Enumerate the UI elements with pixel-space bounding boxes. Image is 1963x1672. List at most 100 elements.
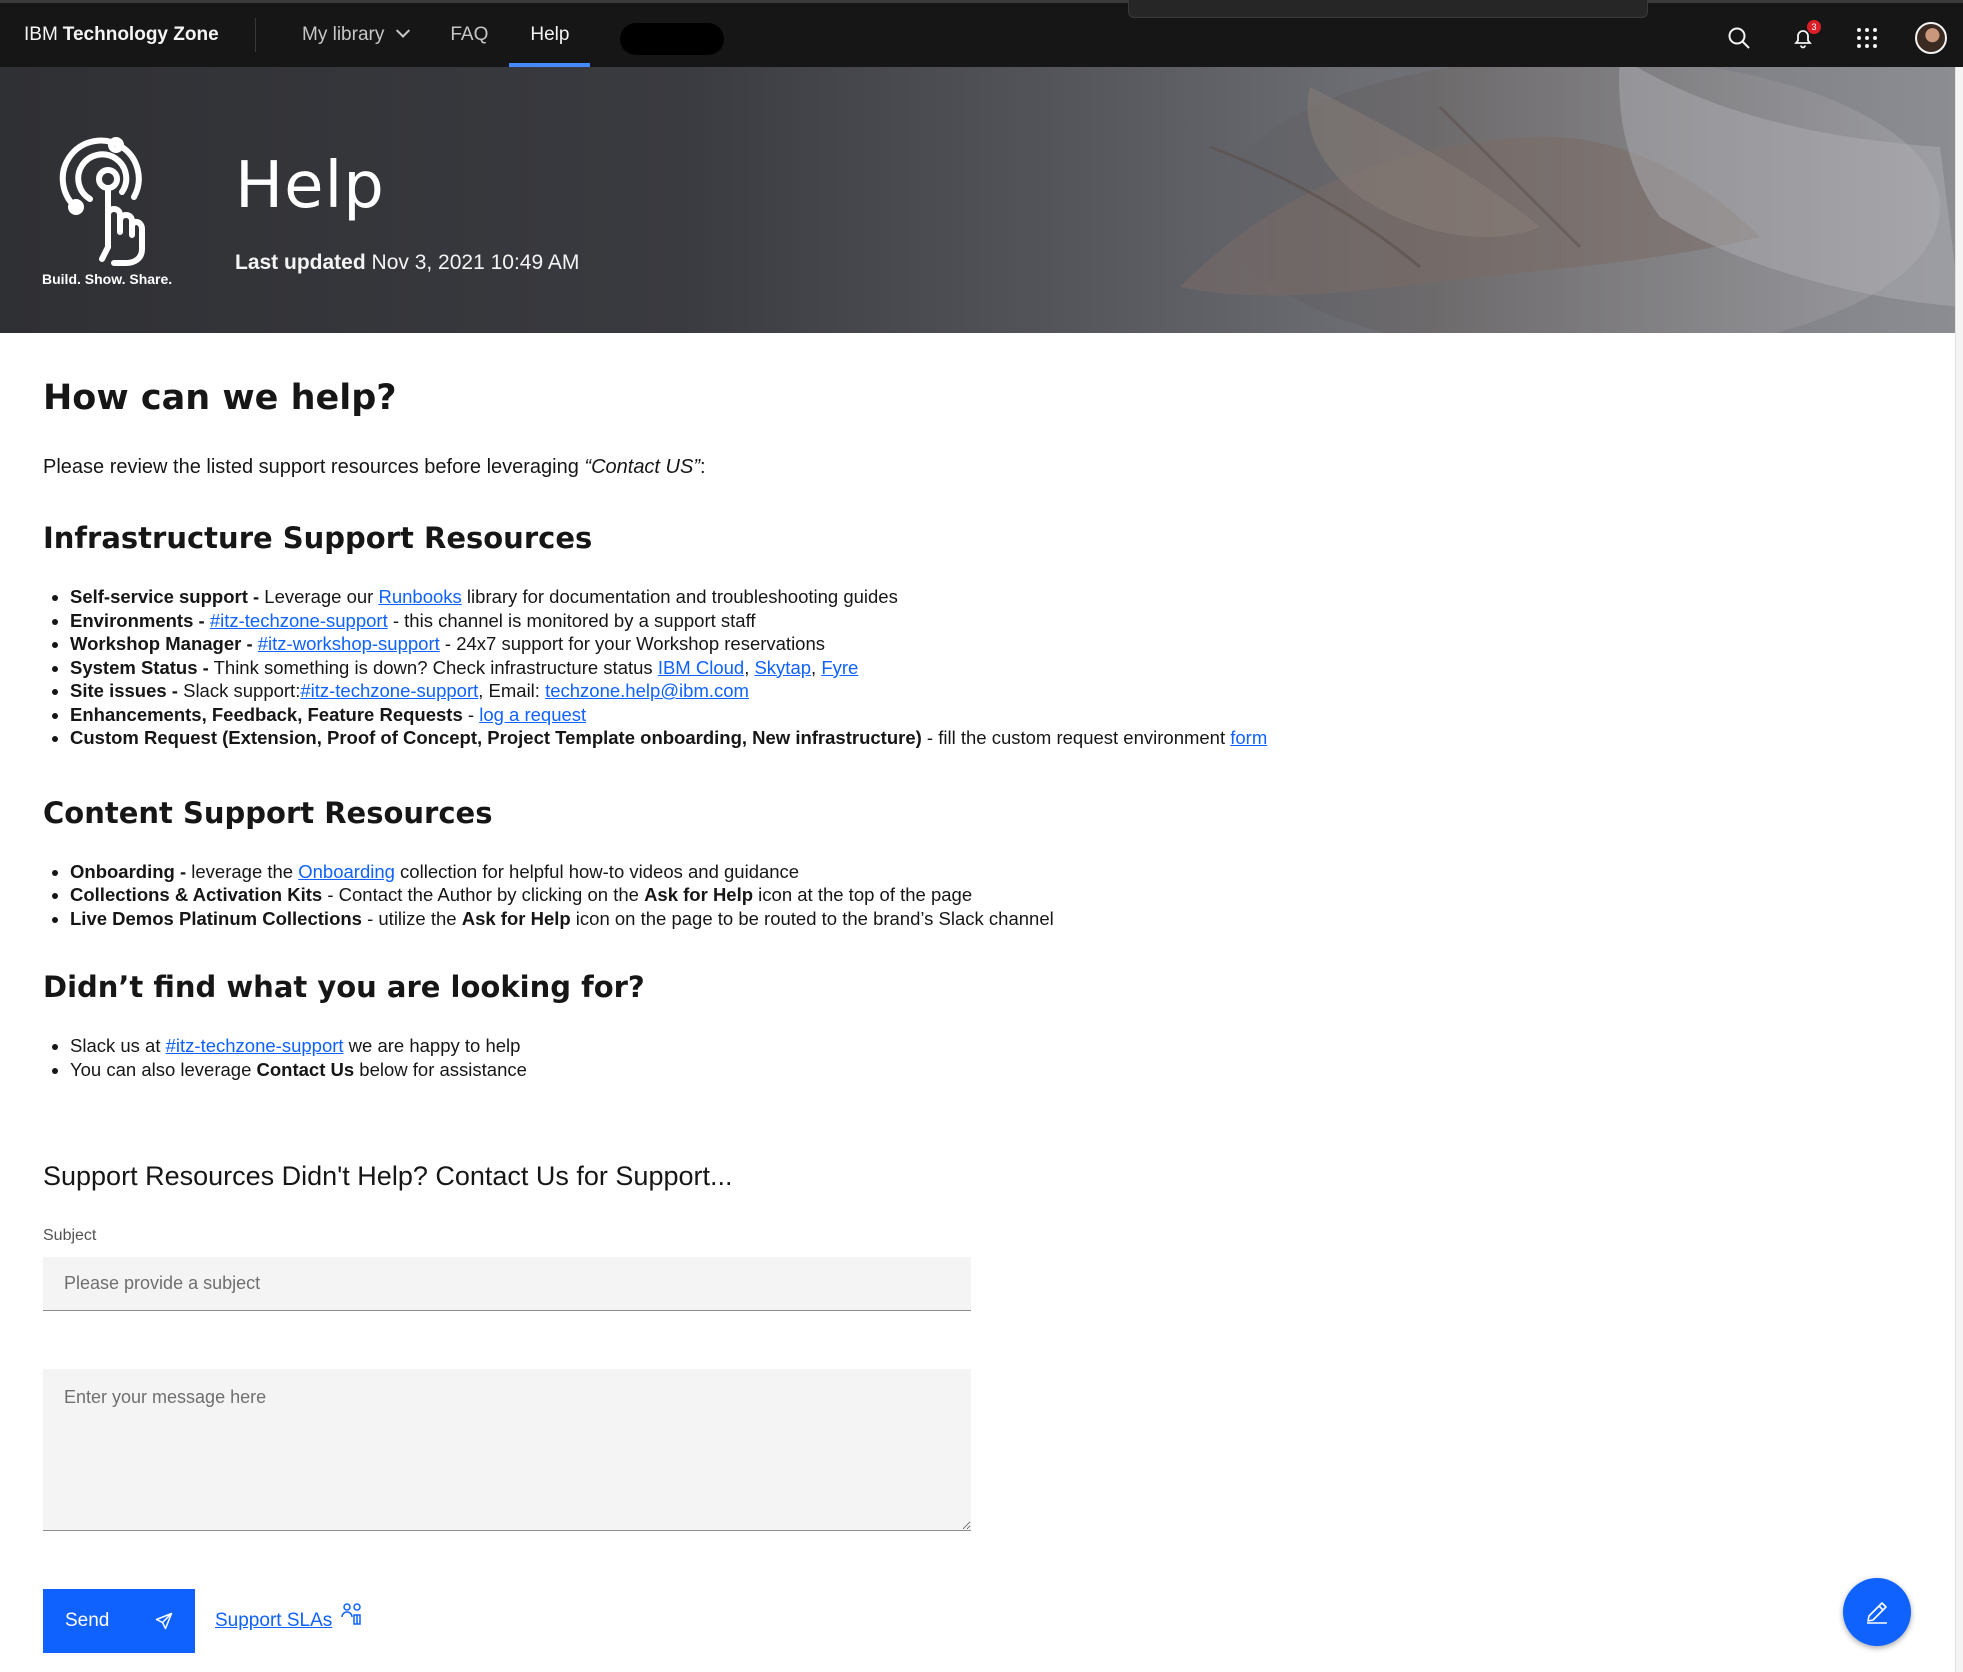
nav-help-label: Help (530, 24, 570, 45)
item-text: icon on the page to be routed to the bra… (570, 907, 1054, 929)
site-issues-slack-link[interactable]: #itz-techzone-support (300, 680, 478, 701)
intro-text-after: : (700, 456, 706, 478)
item-title: Onboarding - (70, 860, 187, 882)
item-title: Live Demos Platinum Collections (70, 907, 362, 929)
onboarding-link[interactable]: Onboarding (298, 861, 395, 882)
hero-banner: Build. Show. Share. Help Last updated No… (0, 67, 1955, 333)
page-scrollbar[interactable] (1955, 67, 1963, 1672)
item-title: Workshop Manager - (70, 633, 253, 654)
search-icon (1728, 27, 1750, 49)
list-item-system-status: System Status - Think something is down?… (70, 656, 1923, 680)
intro-text: Please review the listed support resourc… (43, 456, 1923, 479)
brand-logo-link[interactable]: IBM Technology Zone (0, 18, 256, 52)
item-text: we are happy to help (343, 1035, 521, 1056)
log-request-link[interactable]: log a request (479, 704, 586, 725)
item-text: , Email: (478, 680, 546, 701)
item-title: Environments - (70, 609, 205, 631)
app-switcher-button[interactable] (1835, 6, 1899, 70)
list-item-slack: Slack us at #itz-techzone-support we are… (70, 1034, 1923, 1058)
list-item-onboarding: Onboarding - leverage the Onboarding col… (70, 860, 1923, 884)
support-slas-label: Support SLAs (215, 1610, 333, 1631)
nav-faq-label: FAQ (450, 24, 489, 45)
item-title: Custom Request (Extension, Proof of Conc… (70, 727, 922, 748)
item-emphasis: Ask for Help (461, 907, 571, 929)
item-text: leverage the (186, 860, 299, 882)
brand-prefix: IBM (24, 24, 58, 45)
item-text: below for assistance (354, 1058, 527, 1080)
fyre-status-link[interactable]: Fyre (821, 657, 858, 678)
item-separator: , (744, 656, 755, 678)
touch-target-icon (59, 137, 145, 266)
intro-text-before: Please review the listed support resourc… (43, 456, 585, 478)
help-heading: How can we help? (43, 378, 397, 418)
infrastructure-list: Self-service support - Leverage our Runb… (43, 585, 1923, 750)
users-icon (341, 1603, 361, 1625)
subject-label: Subject (43, 1227, 97, 1244)
list-item-self-service: Self-service support - Leverage our Runb… (70, 585, 1923, 609)
item-title: Site issues - (70, 680, 178, 701)
item-title: System Status - (70, 656, 209, 678)
message-textarea[interactable] (43, 1369, 971, 1531)
list-item-enhancements: Enhancements, Feedback, Feature Requests… (70, 703, 1923, 727)
list-item-environments: Environments - #itz-techzone-support - t… (70, 609, 1923, 633)
search-button[interactable] (1707, 6, 1771, 70)
logo-tagline: Build. Show. Share. (42, 271, 173, 287)
item-title: Collections & Activation Kits (70, 884, 323, 905)
item-text: - 24x7 support for your Workshop reserva… (439, 633, 826, 654)
content-support-list: Onboarding - leverage the Onboarding col… (43, 860, 1923, 931)
edit-pencil-icon (1867, 1602, 1887, 1624)
runbooks-link[interactable]: Runbooks (378, 586, 461, 607)
skytap-status-link[interactable]: Skytap (754, 657, 811, 678)
user-profile-button[interactable] (1899, 6, 1963, 70)
list-item-custom-request: Custom Request (Extension, Proof of Conc… (70, 726, 1923, 750)
intro-text-quote: “Contact US” (584, 456, 700, 478)
chevron-down-icon (396, 23, 411, 38)
item-text: - (462, 703, 480, 725)
send-button[interactable]: Send (43, 1589, 195, 1653)
send-icon (155, 1612, 173, 1630)
list-item-site-issues: Site issues - Slack support:#itz-techzon… (70, 679, 1923, 703)
top-navigation: IBM Technology Zone My library FAQ Help … (0, 0, 1963, 67)
header-actions: 3 (1707, 6, 1963, 70)
list-item-collections: Collections & Activation Kits - Contact … (70, 883, 1923, 907)
brand-name: Technology Zone (62, 24, 219, 45)
workshop-support-channel-link[interactable]: #itz-workshop-support (258, 633, 440, 654)
item-text: library for documentation and troublesho… (461, 586, 898, 607)
item-text: Leverage our (259, 586, 379, 607)
item-text: - utilize the (361, 907, 462, 929)
item-emphasis: Ask for Help (644, 884, 754, 905)
avatar (1915, 22, 1947, 54)
item-text: You can also leverage (70, 1058, 257, 1080)
subject-input[interactable] (43, 1257, 971, 1311)
item-title: Enhancements, Feedback, Feature Requests (70, 703, 463, 725)
nav-my-library[interactable]: My library (281, 3, 429, 67)
item-text: Think something is down? Check infrastru… (208, 656, 658, 678)
item-text: - Contact the Author by clicking on the (322, 884, 645, 905)
ibm-cloud-status-link[interactable]: IBM Cloud (658, 657, 744, 678)
support-email-link[interactable]: techzone.help@ibm.com (545, 680, 749, 701)
notifications-button[interactable]: 3 (1771, 6, 1835, 70)
app-switcher-icon (1857, 28, 1877, 48)
item-text: icon at the top of the page (753, 884, 973, 905)
item-title: Self-service support - (70, 586, 260, 607)
support-slas-link[interactable]: Support SLAs (215, 1603, 364, 1632)
item-text: Slack us at (70, 1035, 166, 1056)
last-updated-label: Last updated (235, 251, 366, 274)
list-item-contact-us: You can also leverage Contact Us below f… (70, 1058, 1923, 1082)
slack-support-channel-link[interactable]: #itz-techzone-support (166, 1035, 344, 1056)
list-item-live-demos: Live Demos Platinum Collections - utiliz… (70, 907, 1923, 931)
send-button-label: Send (65, 1610, 110, 1631)
item-text: - fill the custom request environment (921, 727, 1231, 748)
techzone-support-channel-link[interactable]: #itz-techzone-support (210, 610, 388, 631)
last-updated-value: Nov 3, 2021 10:49 AM (371, 251, 580, 274)
infrastructure-heading: Infrastructure Support Resources (43, 521, 593, 555)
nav-help[interactable]: Help (509, 3, 591, 67)
edit-fab-button[interactable] (1843, 1578, 1911, 1646)
nav-faq[interactable]: FAQ (429, 3, 509, 67)
form-actions: Send Support SLAs (43, 1589, 1923, 1653)
custom-request-form-link[interactable]: form (1230, 727, 1267, 748)
redacted-region (620, 23, 724, 55)
item-text: - this channel is monitored by a support… (387, 609, 756, 631)
page-title: Help (235, 149, 385, 223)
notification-badge: 3 (1807, 20, 1821, 34)
